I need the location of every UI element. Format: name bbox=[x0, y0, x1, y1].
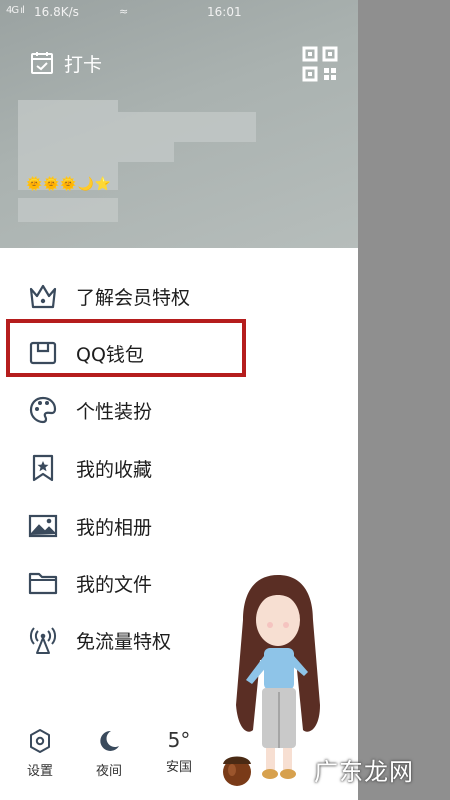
weather-temperature: 5° bbox=[167, 728, 191, 752]
blurred-signature bbox=[118, 142, 174, 162]
settings-icon bbox=[30, 729, 50, 753]
night-label: 夜间 bbox=[95, 764, 122, 779]
checkin-button[interactable]: 打卡 bbox=[30, 48, 102, 78]
moon-icon bbox=[100, 730, 119, 751]
image-icon bbox=[28, 514, 58, 538]
signal-indicator: 4G ıl bbox=[6, 5, 25, 16]
settings-button[interactable]: 设置 bbox=[15, 728, 65, 779]
qr-code-icon[interactable] bbox=[302, 46, 338, 82]
level-badges: 🌞🌞🌞🌙⭐ bbox=[26, 177, 112, 192]
night-mode-button[interactable]: 夜间 bbox=[84, 728, 134, 779]
menu-item-label: 了解会员特权 bbox=[76, 286, 191, 309]
folder-icon bbox=[28, 572, 58, 595]
phone-screen: 4G ıl 16.8K/s ≈ 16:01 打卡 🌞🌞🌞🌙⭐ 了解会员特权 QQ… bbox=[0, 0, 450, 800]
checkin-label: 打卡 bbox=[64, 53, 103, 76]
network-speed: 16.8K/s bbox=[34, 5, 79, 19]
weather-widget[interactable]: 5° 安国 bbox=[154, 728, 204, 775]
palette-icon bbox=[29, 396, 57, 424]
wifi-icon: ≈ bbox=[119, 5, 129, 18]
menu-item-vip-privileges[interactable]: 了解会员特权 bbox=[0, 267, 358, 325]
clock: 16:01 bbox=[207, 5, 242, 19]
antenna-icon bbox=[30, 627, 56, 654]
menu-item-label: 我的相册 bbox=[76, 516, 153, 539]
watermark: 广东龙网 bbox=[314, 758, 414, 786]
profile-header: 4G ıl 16.8K/s ≈ 16:01 打卡 🌞🌞🌞🌙⭐ bbox=[0, 0, 358, 248]
weather-city: 安国 bbox=[165, 760, 192, 775]
settings-label: 设置 bbox=[26, 764, 53, 779]
menu-item-label: 个性装扮 bbox=[76, 400, 153, 423]
status-bar: 4G ıl 16.8K/s ≈ 16:01 bbox=[0, 0, 358, 24]
blurred-detail bbox=[18, 198, 118, 222]
acorn-sticker bbox=[223, 756, 251, 786]
menu-item-label: 免流量特权 bbox=[76, 630, 172, 653]
menu-item-label: 我的文件 bbox=[76, 573, 153, 596]
menu-item-favorites[interactable]: 我的收藏 bbox=[0, 439, 358, 497]
calendar-check-icon bbox=[31, 52, 53, 74]
side-drawer: 4G ıl 16.8K/s ≈ 16:01 打卡 🌞🌞🌞🌙⭐ 了解会员特权 QQ… bbox=[0, 0, 358, 800]
menu-item-label: 我的收藏 bbox=[76, 458, 153, 481]
crown-icon bbox=[29, 284, 57, 309]
bookmark-icon bbox=[32, 454, 54, 482]
blurred-nickname bbox=[118, 112, 256, 142]
menu-item-personalization[interactable]: 个性装扮 bbox=[0, 381, 358, 439]
annotation-highlight-box bbox=[6, 319, 246, 377]
menu-item-album[interactable]: 我的相册 bbox=[0, 497, 358, 555]
